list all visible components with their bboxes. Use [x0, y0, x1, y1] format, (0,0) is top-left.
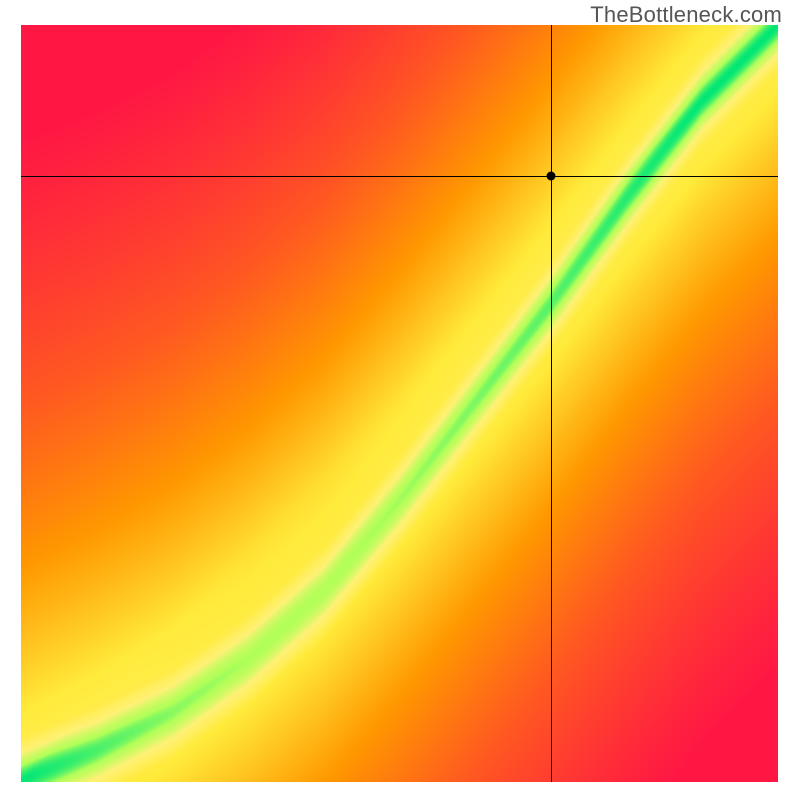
plot-area	[21, 25, 778, 782]
crosshair-vertical	[551, 25, 552, 782]
watermark-text: TheBottleneck.com	[590, 2, 782, 28]
heatmap-canvas	[21, 25, 778, 782]
marker-dot	[546, 172, 555, 181]
crosshair-horizontal	[21, 176, 778, 177]
chart-container: TheBottleneck.com	[0, 0, 800, 800]
